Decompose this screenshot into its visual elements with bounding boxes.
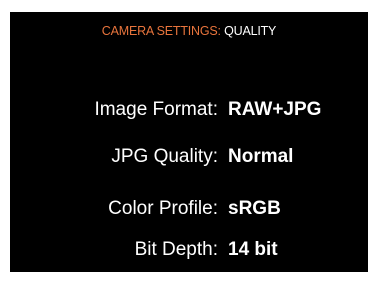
setting-label: Bit Depth: [134,239,218,260]
setting-value[interactable]: sRGB [228,196,281,222]
setting-row-image-format[interactable]: Image Format: RAW+JPG [10,97,368,123]
setting-value[interactable]: RAW+JPG [228,97,321,123]
title-section: QUALITY [224,24,277,38]
setting-value[interactable]: 14 bit [228,237,278,263]
setting-row-jpg-quality[interactable]: JPG Quality: Normal [10,144,368,170]
setting-label: Image Format: [94,99,218,120]
setting-label: Color Profile: [108,198,218,219]
camera-settings-screen: CAMERA SETTINGS: QUALITY Image Format: R… [10,12,368,272]
setting-value[interactable]: Normal [228,144,293,170]
setting-row-bit-depth[interactable]: Bit Depth: 14 bit [10,237,368,263]
setting-row-color-profile[interactable]: Color Profile: sRGB [10,196,368,222]
setting-label: JPG Quality: [111,146,218,167]
screen-title: CAMERA SETTINGS: QUALITY [10,24,368,38]
title-category: CAMERA SETTINGS: [101,24,221,38]
